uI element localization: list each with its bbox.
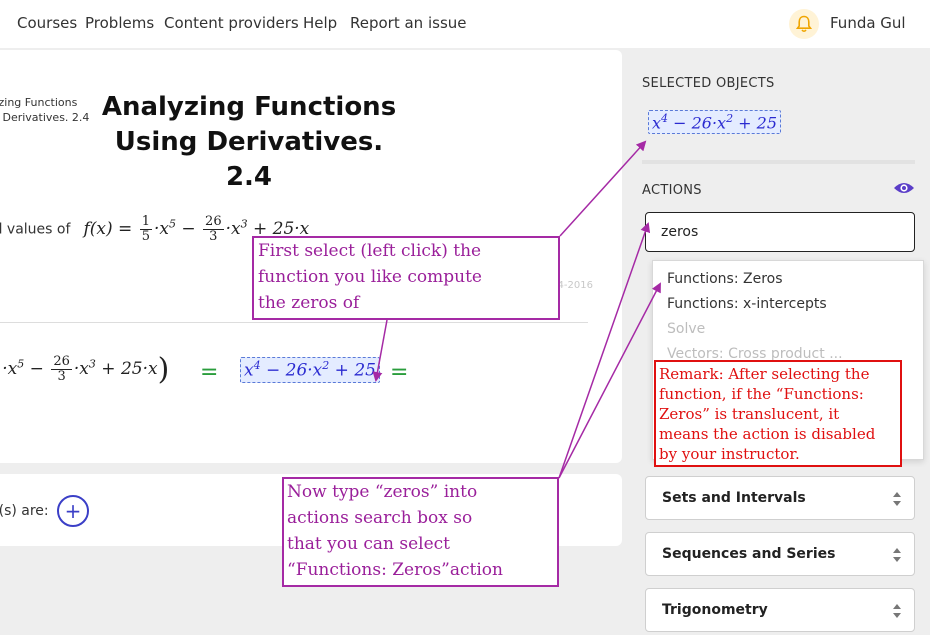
accordion-label: Trigonometry <box>662 602 768 618</box>
plus-icon: + <box>64 499 82 523</box>
user-name[interactable]: Funda Gul <box>830 14 906 32</box>
page-title-line: Analyzing Functions <box>101 92 397 122</box>
action-functions-x-intercepts[interactable]: Functions: x-intercepts <box>667 296 827 312</box>
annotation-line: function you like compute <box>258 267 482 287</box>
sort-arrows-icon <box>893 604 901 618</box>
annotation-first-select: First select (left click) the function y… <box>252 236 560 320</box>
accordion-trigonometry[interactable]: Trigonometry <box>645 588 915 632</box>
expression-left[interactable]: 15·x5 − 263·x3 + 25·x) <box>0 352 169 387</box>
question-text: al values of <box>0 221 71 238</box>
selected-expression[interactable]: x4 − 26·x2 + 25 <box>240 357 380 383</box>
divider <box>0 322 588 323</box>
accordion-label: Sets and Intervals <box>662 490 806 506</box>
selected-objects-heading: SELECTED OBJECTS <box>642 76 775 91</box>
answer-label: e(s) are: <box>0 503 49 519</box>
nav-report-issue[interactable]: Report an issue <box>350 14 467 32</box>
annotation-line: by your instructor. <box>659 445 800 463</box>
annotation-line: Zeros” is translucent, it <box>659 405 840 423</box>
bell-icon[interactable] <box>789 9 819 39</box>
annotation-line: means the action is disabled <box>659 425 876 443</box>
action-functions-zeros[interactable]: Functions: Zeros <box>667 271 783 287</box>
section-separator <box>642 160 915 164</box>
nav-problems[interactable]: Problems <box>85 14 154 32</box>
annotation-remark: Remark: After selecting the function, if… <box>654 360 902 467</box>
annotation-line: function, if the “Functions: <box>659 385 864 403</box>
annotation-line: First select (left click) the <box>258 241 482 261</box>
annotation-line: that you can select <box>287 534 450 554</box>
accordion-label: Sequences and Series <box>662 546 836 562</box>
annotation-line: “Functions: Zeros”action <box>287 560 503 580</box>
breadcrumb: yzing Functions g Derivatives. 2.4 <box>0 95 89 125</box>
sort-arrows-icon <box>893 492 901 506</box>
annotation-line: the zeros of <box>258 293 360 313</box>
add-answer-button[interactable]: + <box>57 495 89 527</box>
selected-object-item[interactable]: x4 − 26·x2 + 25 <box>648 110 782 135</box>
nav-courses[interactable]: Courses <box>17 14 77 32</box>
annotation-line: actions search box so <box>287 508 473 528</box>
annotation-type-zeros: Now type “zeros” into actions search box… <box>282 477 559 587</box>
eye-icon[interactable] <box>893 180 915 196</box>
equals-sign: = <box>200 360 219 385</box>
action-solve[interactable]: Solve <box>667 321 705 337</box>
sort-arrows-icon <box>893 548 901 562</box>
page-title: Analyzing Functions Using Derivatives. 2… <box>90 90 408 195</box>
nav-help[interactable]: Help <box>303 14 337 32</box>
breadcrumb-line[interactable]: yzing Functions <box>0 95 89 110</box>
equals-sign: = <box>390 360 409 385</box>
nav-content-providers[interactable]: Content providers <box>164 14 299 32</box>
actions-search-input[interactable] <box>645 212 915 252</box>
annotation-line: Remark: After selecting the <box>659 365 870 383</box>
top-nav: Courses Problems Content providers Help … <box>0 0 930 48</box>
actions-heading: ACTIONS <box>642 183 702 198</box>
annotation-line: Now type “zeros” into <box>287 482 478 502</box>
breadcrumb-line[interactable]: g Derivatives. 2.4 <box>0 110 89 125</box>
page-title-line: Using Derivatives. 2.4 <box>114 127 384 192</box>
accordion-sets-intervals[interactable]: Sets and Intervals <box>645 476 915 520</box>
accordion-sequences-series[interactable]: Sequences and Series <box>645 532 915 576</box>
